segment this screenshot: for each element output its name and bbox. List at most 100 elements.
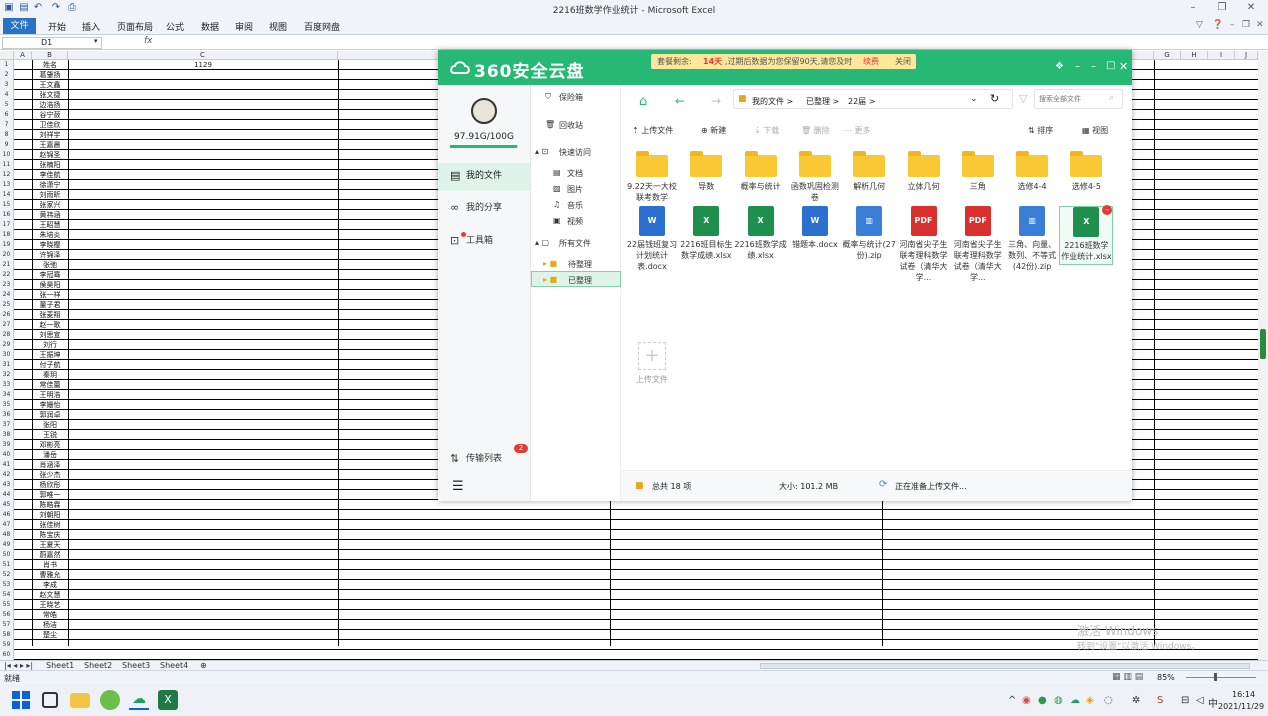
close-icon[interactable]: ✕ (1244, 2, 1258, 14)
forward-icon[interactable]: → (711, 94, 721, 108)
task-view-icon[interactable] (42, 692, 58, 708)
row-number[interactable]: 18 (0, 230, 14, 240)
row-number[interactable]: 7 (0, 120, 14, 130)
zoom-slider[interactable] (1186, 677, 1256, 678)
row-number[interactable]: 30 (0, 350, 14, 360)
cell-name[interactable]: 侯昊阳 (32, 280, 68, 290)
row-number[interactable]: 17 (0, 220, 14, 230)
cell-name[interactable]: 卫佳欣 (32, 120, 68, 130)
cell-name[interactable]: 张佳树 (32, 520, 68, 530)
row-number[interactable]: 22 (0, 270, 14, 280)
download-button[interactable]: ⇣ 下载 (754, 125, 779, 136)
cell-name[interactable]: 曹雅允 (32, 570, 68, 580)
quick-access-toggle-icon[interactable]: ▴ ⊡ (535, 147, 548, 156)
cell-name[interactable]: 陈宝庆 (32, 530, 68, 540)
row-number[interactable]: 39 (0, 440, 14, 450)
scroll-thumb[interactable] (1260, 329, 1266, 359)
cell-name[interactable]: 李姗怡 (32, 400, 68, 410)
cell-name[interactable]: 董子君 (32, 300, 68, 310)
cell-name[interactable]: 王昭慧 (32, 220, 68, 230)
menu-icon[interactable]: – (1075, 61, 1080, 72)
cell-name[interactable]: 张一祥 (32, 290, 68, 300)
avatar[interactable] (471, 98, 497, 124)
row-number[interactable]: 48 (0, 530, 14, 540)
search-box[interactable]: ⌕ (1034, 89, 1123, 109)
folder-item[interactable]: 概率与统计 (734, 151, 788, 192)
folder-item[interactable]: 选修4-5 (1059, 151, 1113, 192)
row-number[interactable]: 42 (0, 470, 14, 480)
table-row[interactable]: 53 李成 (0, 580, 1258, 590)
view-normal-icon[interactable]: ▦ ▥ ▤ (1112, 672, 1143, 682)
cell-name[interactable] (32, 650, 68, 660)
upload-tile-icon[interactable]: + (638, 342, 666, 370)
doc-min-icon[interactable]: – (1230, 20, 1235, 30)
file-item[interactable]: W 22届钱班复习计划统计表.docx (625, 206, 679, 272)
table-row[interactable]: 57 杨洁 (0, 620, 1258, 630)
cell-name[interactable]: 常佳蕾 (32, 380, 68, 390)
tree-organized[interactable]: 已整理 (568, 275, 592, 286)
table-row[interactable]: 48 陈宝庆 (0, 530, 1258, 540)
skin-icon[interactable]: ❖ (1055, 61, 1064, 72)
row-number[interactable]: 16 (0, 210, 14, 220)
view-button[interactable]: ▦ 视图 (1082, 125, 1108, 136)
column-header-g[interactable]: G (1154, 51, 1181, 60)
row-number[interactable]: 21 (0, 260, 14, 270)
cell-name[interactable]: 楚尘 (32, 630, 68, 640)
search-input[interactable] (1039, 93, 1105, 105)
tab-home[interactable]: 开始 (48, 20, 66, 33)
folder-item[interactable]: 立体几何 (897, 151, 951, 192)
notice-close-button[interactable]: 关闭 (895, 54, 911, 69)
table-row[interactable]: 56 常皓 (0, 610, 1258, 620)
tray-network-icon[interactable]: ⊟ (1181, 695, 1189, 706)
row-number[interactable]: 29 (0, 340, 14, 350)
window-maximize-icon[interactable]: □ (1106, 60, 1115, 71)
file-item[interactable]: X 2216班目标生数学成绩.xlsx (679, 206, 733, 261)
sort-button[interactable]: ⇅ 排序 (1028, 125, 1053, 136)
row-number[interactable]: 40 (0, 450, 14, 460)
table-row[interactable]: 50 蔚嘉然 (0, 550, 1258, 560)
tab-formulas[interactable]: 公式 (166, 20, 184, 33)
cell-name[interactable]: 蔚嘉然 (32, 550, 68, 560)
column-header-c[interactable]: C (68, 51, 338, 60)
row-number[interactable]: 36 (0, 410, 14, 420)
cell-name[interactable]: 张文捷 (32, 90, 68, 100)
file-item[interactable]: W 错题本.docx (788, 206, 842, 250)
cell-name[interactable]: 杨欣彤 (32, 480, 68, 490)
table-row[interactable]: 47 张佳树 (0, 520, 1258, 530)
row-number[interactable]: 44 (0, 490, 14, 500)
row-number[interactable]: 33 (0, 380, 14, 390)
cell-name[interactable]: 张麦翔 (32, 310, 68, 320)
folder-item[interactable]: 三角 (951, 151, 1005, 192)
cell-name[interactable]: 王锐 (32, 430, 68, 440)
nav-toolbox[interactable]: ⊡ 工具箱 (438, 228, 530, 254)
row-number[interactable]: 14 (0, 190, 14, 200)
footer-upload-status[interactable]: 正在准备上传文件... (895, 481, 967, 492)
cell-name[interactable]: 赵锦圣 (32, 150, 68, 160)
cell-name[interactable]: 杨洁 (32, 620, 68, 630)
table-row[interactable]: 49 王夏天 (0, 540, 1258, 550)
cell-name[interactable]: 陈皓霖 (32, 500, 68, 510)
row-number[interactable]: 52 (0, 570, 14, 580)
row-number[interactable]: 56 (0, 610, 14, 620)
cell-name[interactable]: 张少杰 (32, 470, 68, 480)
clock-date[interactable]: 2021/11/29 (1218, 702, 1264, 711)
table-row[interactable]: 46 刘朝阳 (0, 510, 1258, 520)
file-item[interactable]: ▥ 概率与统计(27份).zip (842, 206, 896, 261)
cell-name[interactable]: 姓名 (32, 60, 68, 70)
cell-name[interactable]: 王明浩 (32, 390, 68, 400)
doc-restore-icon[interactable]: ❐ (1242, 20, 1250, 30)
upload-tile-label[interactable]: 上传文件 (629, 374, 675, 385)
column-header-h[interactable]: H (1181, 51, 1208, 60)
row-number[interactable]: 59 (0, 640, 14, 650)
cell-name[interactable]: 朱培炎 (32, 230, 68, 240)
row-number[interactable]: 12 (0, 170, 14, 180)
cell-name[interactable]: 王振坤 (32, 350, 68, 360)
row-number[interactable]: 2 (0, 70, 14, 80)
breadcrumb-item[interactable]: 已整理 > (806, 96, 839, 107)
row-number[interactable]: 27 (0, 320, 14, 330)
name-box[interactable]: D1 (2, 37, 102, 49)
table-row[interactable]: 52 曹雅允 (0, 570, 1258, 580)
nav-my-files[interactable]: ▤ 我的文件 (438, 163, 530, 191)
upload-button[interactable]: ⇡ 上传文件 (632, 125, 673, 136)
tab-review[interactable]: 审阅 (235, 20, 253, 33)
